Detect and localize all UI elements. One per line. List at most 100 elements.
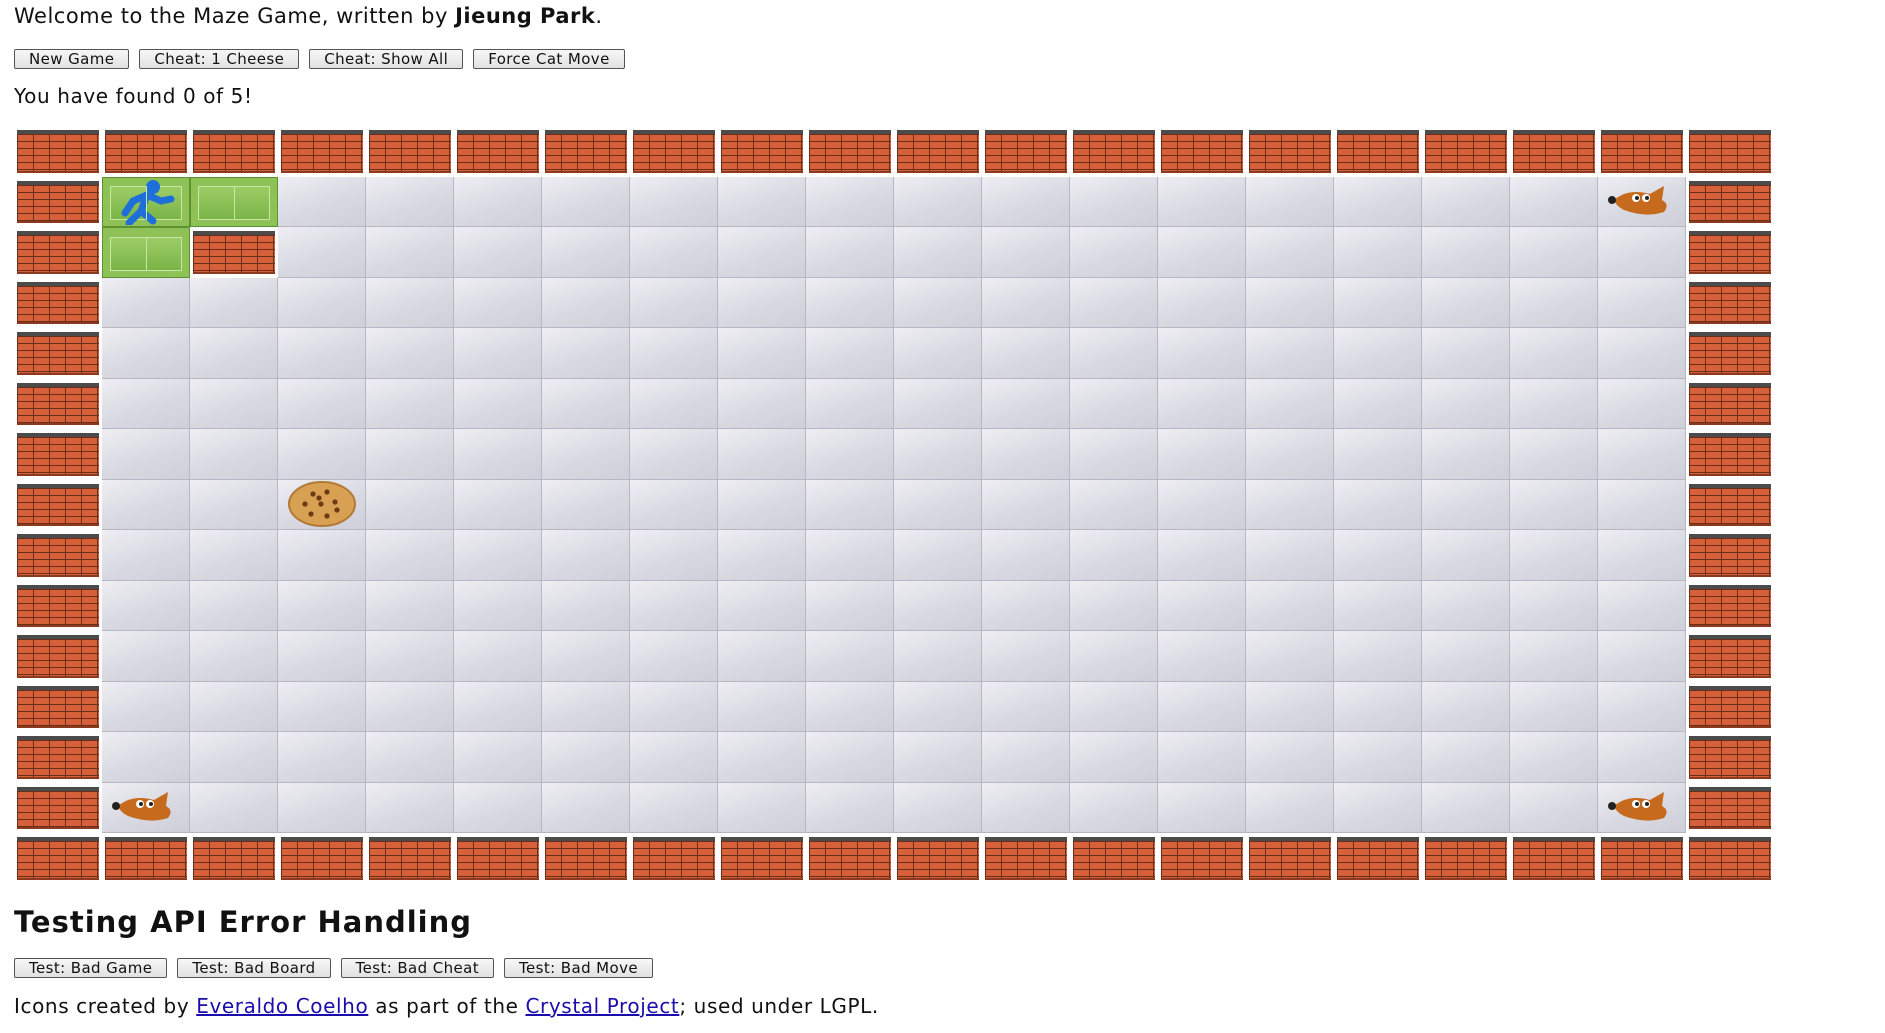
- floor-tile: [630, 782, 718, 833]
- wall-tile: [1510, 833, 1598, 884]
- floor-tile: [982, 176, 1070, 227]
- maze-board[interactable]: [14, 126, 1774, 884]
- force-cat-move-button[interactable]: Force Cat Move: [473, 49, 625, 69]
- wall-tile: [1686, 480, 1774, 531]
- floor-tile: [542, 479, 630, 530]
- brick-wall-icon: [17, 635, 99, 678]
- floor-tile: [366, 732, 454, 783]
- wall-tile: [454, 833, 542, 884]
- wall-tile: [454, 126, 542, 177]
- brick-wall-icon: [985, 837, 1067, 880]
- brick-wall-icon: [17, 534, 99, 577]
- wall-tile: [1686, 379, 1774, 430]
- wall-tile: [14, 783, 102, 834]
- author-name: Jieung Park: [455, 4, 596, 28]
- brick-wall-icon: [17, 584, 99, 627]
- brick-wall-icon: [721, 837, 803, 880]
- floor-tile: [630, 681, 718, 732]
- floor-tile: [1070, 530, 1158, 581]
- cheat-show-all-button[interactable]: Cheat: Show All: [309, 49, 464, 69]
- floor-tile: [1070, 176, 1158, 227]
- brick-wall-icon: [1689, 685, 1771, 728]
- floor-tile: [1158, 176, 1246, 227]
- floor-tile: [806, 681, 894, 732]
- floor-tile: [190, 732, 278, 783]
- cat-icon: [1607, 186, 1667, 215]
- floor-tile: [1246, 176, 1334, 227]
- wall-tile: [1598, 833, 1686, 884]
- new-game-button[interactable]: New Game: [14, 49, 130, 69]
- floor-tile: [1510, 631, 1598, 682]
- wall-tile: [366, 833, 454, 884]
- brick-wall-icon: [897, 130, 979, 173]
- wall-tile: [1510, 126, 1598, 177]
- floor-tile: [1598, 429, 1686, 480]
- everaldo-coelho-link[interactable]: Everaldo Coelho: [196, 994, 368, 1018]
- floor-tile: [894, 328, 982, 379]
- floor-tile: [1598, 732, 1686, 783]
- floor-tile: [806, 782, 894, 833]
- floor-tile: [1246, 479, 1334, 530]
- floor-tile: [190, 328, 278, 379]
- floor-tile: [1158, 328, 1246, 379]
- brick-wall-icon: [17, 382, 99, 425]
- floor-tile: [1598, 530, 1686, 581]
- testing-heading: Testing API Error Handling: [14, 905, 473, 939]
- wall-tile: [366, 126, 454, 177]
- wall-tile: [14, 682, 102, 733]
- floor-tile: [1158, 530, 1246, 581]
- test-bad-board-button[interactable]: Test: Bad Board: [177, 958, 331, 978]
- floor-tile: [1158, 227, 1246, 278]
- floor-tile: [1598, 479, 1686, 530]
- floor-tile: [366, 176, 454, 227]
- brick-wall-icon: [1689, 180, 1771, 223]
- brick-wall-icon: [1161, 837, 1243, 880]
- wall-tile: [542, 833, 630, 884]
- floor-tile: [1334, 277, 1422, 328]
- floor-tile: [982, 681, 1070, 732]
- floor-tile: [278, 378, 366, 429]
- brick-wall-icon: [1689, 382, 1771, 425]
- brick-wall-icon: [1601, 130, 1683, 173]
- floor-tile: [542, 580, 630, 631]
- brick-wall-icon: [457, 837, 539, 880]
- floor-tile: [1598, 631, 1686, 682]
- floor-tile: [982, 328, 1070, 379]
- crystal-project-link[interactable]: Crystal Project: [525, 994, 679, 1018]
- brick-wall-icon: [17, 231, 99, 274]
- floor-tile: [1158, 580, 1246, 631]
- test-bad-cheat-button[interactable]: Test: Bad Cheat: [340, 958, 495, 978]
- floor-tile: [190, 530, 278, 581]
- floor-tile: [806, 580, 894, 631]
- floor-tile: [278, 732, 366, 783]
- brick-wall-icon: [193, 130, 275, 173]
- floor-tile: [454, 277, 542, 328]
- wall-tile: [1686, 682, 1774, 733]
- floor-tile: [1070, 732, 1158, 783]
- wall-tile: [1070, 126, 1158, 177]
- brick-wall-icon: [457, 130, 539, 173]
- floor-tile: [1070, 782, 1158, 833]
- test-bad-move-button[interactable]: Test: Bad Move: [504, 958, 653, 978]
- brick-wall-icon: [545, 130, 627, 173]
- test-bad-game-button[interactable]: Test: Bad Game: [14, 958, 168, 978]
- floor-tile: [1510, 580, 1598, 631]
- cheat-one-cheese-button[interactable]: Cheat: 1 Cheese: [139, 49, 300, 69]
- cat-icon: [1607, 792, 1667, 821]
- brick-wall-icon: [193, 231, 275, 274]
- floor-tile: [1510, 429, 1598, 480]
- floor-tile: [894, 277, 982, 328]
- floor-tile: [542, 530, 630, 581]
- wall-tile: [190, 126, 278, 177]
- wall-tile: [14, 581, 102, 632]
- brick-wall-icon: [193, 837, 275, 880]
- floor-tile: [278, 176, 366, 227]
- floor-tile: [1158, 681, 1246, 732]
- floor-tile: [718, 429, 806, 480]
- brick-wall-icon: [17, 180, 99, 223]
- floor-tile: [366, 782, 454, 833]
- floor-tile: [1334, 378, 1422, 429]
- cat-icon: [111, 792, 171, 821]
- floor-tile: [718, 176, 806, 227]
- wall-tile: [1686, 126, 1774, 177]
